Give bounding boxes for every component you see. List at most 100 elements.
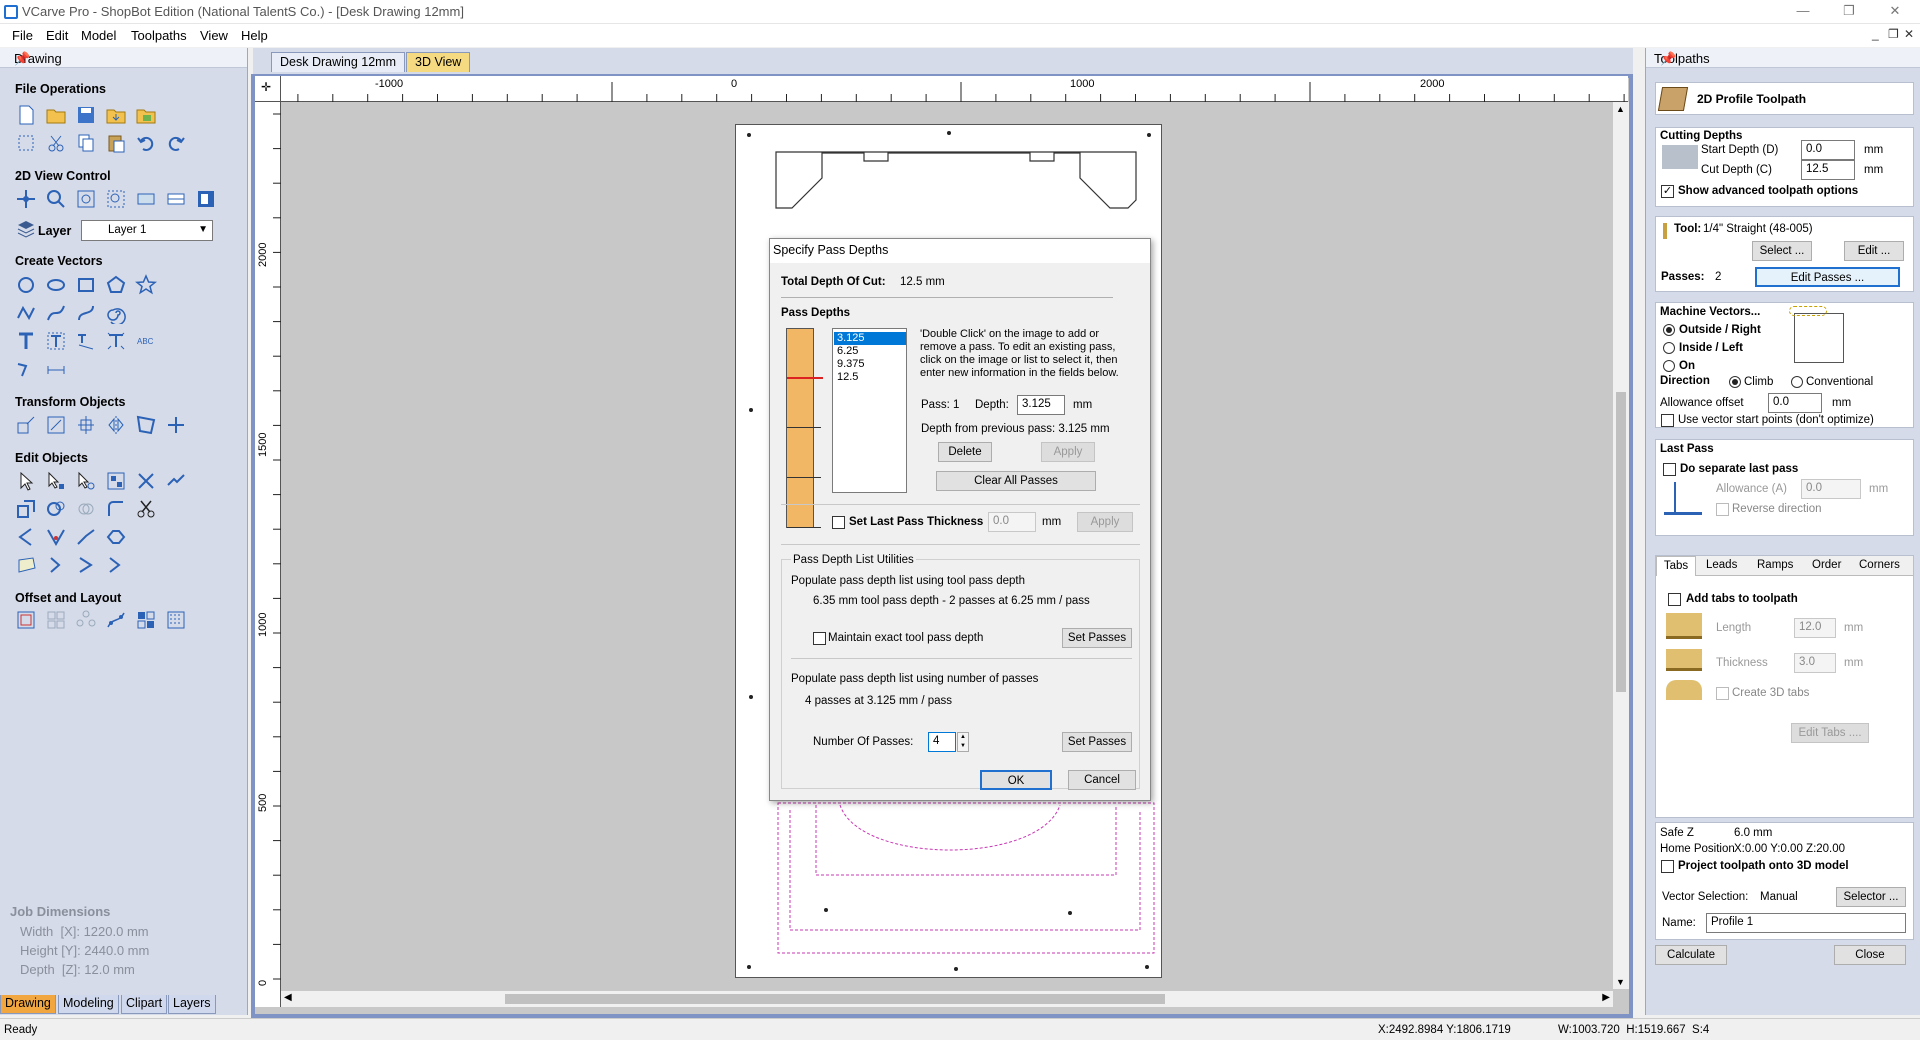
ok-button[interactable]: OK <box>980 770 1052 790</box>
align-icon[interactable] <box>75 414 97 436</box>
climb-radio[interactable] <box>1729 376 1741 388</box>
save-icon[interactable] <box>75 104 97 126</box>
zoom-material-icon[interactable] <box>135 188 157 210</box>
selector-button[interactable]: Selector ... <box>1836 887 1906 907</box>
draw-curve-icon[interactable] <box>45 302 67 324</box>
draw-polyline-icon[interactable] <box>15 302 37 324</box>
conventional-radio[interactable] <box>1791 376 1803 388</box>
start-depth-input[interactable]: 0.0 <box>1801 140 1855 160</box>
auto-layout-text-icon[interactable] <box>75 330 97 352</box>
duplicate-vectors-icon[interactable] <box>75 554 97 576</box>
zoom-extents-icon[interactable] <box>75 188 97 210</box>
outside-right-radio[interactable] <box>1663 324 1675 336</box>
move-icon[interactable] <box>15 414 37 436</box>
mdi-minimize-button[interactable]: _ <box>1872 27 1879 41</box>
text-on-curve-icon[interactable] <box>45 330 67 352</box>
minimize-button[interactable]: — <box>1780 0 1826 24</box>
extend-icon[interactable] <box>105 526 127 548</box>
tab-ramps[interactable]: Ramps <box>1757 559 1793 571</box>
cancel-button[interactable]: Cancel <box>1068 770 1136 790</box>
vertical-scroll-thumb[interactable] <box>1616 392 1626 692</box>
clear-all-passes-button[interactable]: Clear All Passes <box>936 471 1096 491</box>
list-item[interactable]: 9.375 <box>834 358 865 370</box>
menu-model[interactable]: Model <box>81 28 116 43</box>
pin-icon[interactable]: 📌 <box>1660 51 1910 67</box>
undo-icon[interactable] <box>135 132 157 154</box>
horizontal-scroll-thumb[interactable] <box>505 994 1165 1004</box>
show-advanced-checkbox[interactable]: ✓ <box>1661 185 1674 198</box>
distort-icon[interactable] <box>135 414 157 436</box>
tab-3d-view[interactable]: 3D View <box>406 52 471 72</box>
toolpath-name-input[interactable]: Profile 1 <box>1706 913 1906 933</box>
last-pass-thickness-input[interactable]: 0.0 <box>988 512 1036 532</box>
smooth-icon[interactable] <box>75 526 97 548</box>
import-icon[interactable] <box>105 104 127 126</box>
allowance-offset-input[interactable]: 0.0 <box>1768 393 1822 413</box>
vertical-scrollbar[interactable]: ▲ ▼ <box>1613 102 1629 989</box>
tab-clipart[interactable]: Clipart <box>121 995 168 1014</box>
last-pass-apply-button[interactable]: Apply <box>1077 512 1133 532</box>
restore-button[interactable]: ❐ <box>1826 0 1872 24</box>
join-vectors-icon[interactable] <box>45 526 67 548</box>
apply-pass-button[interactable]: Apply <box>1041 442 1095 462</box>
tab-leads[interactable]: Leads <box>1706 559 1737 571</box>
set-passes-tool-button[interactable]: Set Passes <box>1062 628 1132 648</box>
list-item[interactable]: 12.5 <box>834 371 858 383</box>
copy-icon[interactable] <box>75 132 97 154</box>
draw-ellipse-icon[interactable] <box>45 274 67 296</box>
dimension-icon[interactable] <box>45 358 67 380</box>
tab-corners[interactable]: Corners <box>1859 559 1900 571</box>
list-item[interactable]: 6.25 <box>834 345 858 357</box>
menu-file[interactable]: File <box>12 28 33 43</box>
mdi-restore-button[interactable]: ❐ <box>1888 27 1899 41</box>
tab-thickness-input[interactable]: 3.0 <box>1794 653 1836 673</box>
select-tool-button[interactable]: Select ... <box>1752 241 1812 261</box>
menu-edit[interactable]: Edit <box>46 28 68 43</box>
tab-desk-drawing[interactable]: Desk Drawing 12mm <box>271 52 406 72</box>
depth-input[interactable]: 3.125 <box>1017 395 1065 415</box>
import-bitmap-icon[interactable] <box>135 104 157 126</box>
tab-modeling[interactable]: Modeling <box>58 995 119 1014</box>
draw-star-icon[interactable] <box>135 274 157 296</box>
ruler-origin[interactable]: ✛ <box>255 76 281 102</box>
zoom-icon[interactable] <box>45 188 67 210</box>
set-passes-number-button[interactable]: Set Passes <box>1062 732 1132 752</box>
set-last-pass-checkbox[interactable] <box>832 516 845 529</box>
offset-icon[interactable] <box>15 609 37 631</box>
add-tabs-checkbox[interactable] <box>1668 593 1681 606</box>
intersect-icon[interactable] <box>75 498 97 520</box>
select-all-icon[interactable] <box>15 132 37 154</box>
vector-validator-icon[interactable] <box>105 554 127 576</box>
separate-last-pass-checkbox[interactable] <box>1663 463 1676 476</box>
cut-icon[interactable] <box>45 132 67 154</box>
delete-pass-button[interactable]: Delete <box>938 442 992 462</box>
join-open-vectors-icon[interactable] <box>15 526 37 548</box>
reverse-direction-checkbox[interactable] <box>1716 503 1729 516</box>
toggle-view-icon[interactable] <box>195 188 217 210</box>
layer-select[interactable]: Layer 1 ▼ <box>81 220 213 241</box>
vector-texture-icon[interactable] <box>165 609 187 631</box>
rotate-icon[interactable] <box>165 414 187 436</box>
horizontal-scrollbar[interactable]: ◀ ▶ <box>281 991 1613 1007</box>
select-icon[interactable] <box>15 470 37 492</box>
draw-text-icon[interactable] <box>15 330 37 352</box>
paste-icon[interactable] <box>105 132 127 154</box>
tab-drawing[interactable]: Drawing <box>0 995 56 1014</box>
scale-icon[interactable] <box>45 414 67 436</box>
closed-vectors-icon[interactable] <box>15 554 37 576</box>
passes-spinner[interactable]: ▲ ▼ <box>957 732 969 752</box>
cut-depth-input[interactable]: 12.5 <box>1801 160 1855 180</box>
text-arc-icon[interactable]: ABC <box>135 330 157 352</box>
draw-spiral-icon[interactable] <box>105 302 127 326</box>
text-on-path-icon[interactable] <box>105 330 127 352</box>
copy-along-vectors-icon[interactable] <box>105 609 127 631</box>
calculate-button[interactable]: Calculate <box>1655 945 1727 965</box>
weld-icon[interactable] <box>15 498 37 520</box>
ungroup-icon[interactable] <box>135 470 157 492</box>
inside-left-radio[interactable] <box>1663 342 1675 354</box>
menu-view[interactable]: View <box>200 28 228 43</box>
draw-rectangle-icon[interactable] <box>75 274 97 296</box>
circular-array-icon[interactable] <box>75 609 97 631</box>
subtract-icon[interactable] <box>45 498 67 520</box>
pass-list[interactable]: 3.125 6.25 9.375 12.5 <box>832 328 907 493</box>
